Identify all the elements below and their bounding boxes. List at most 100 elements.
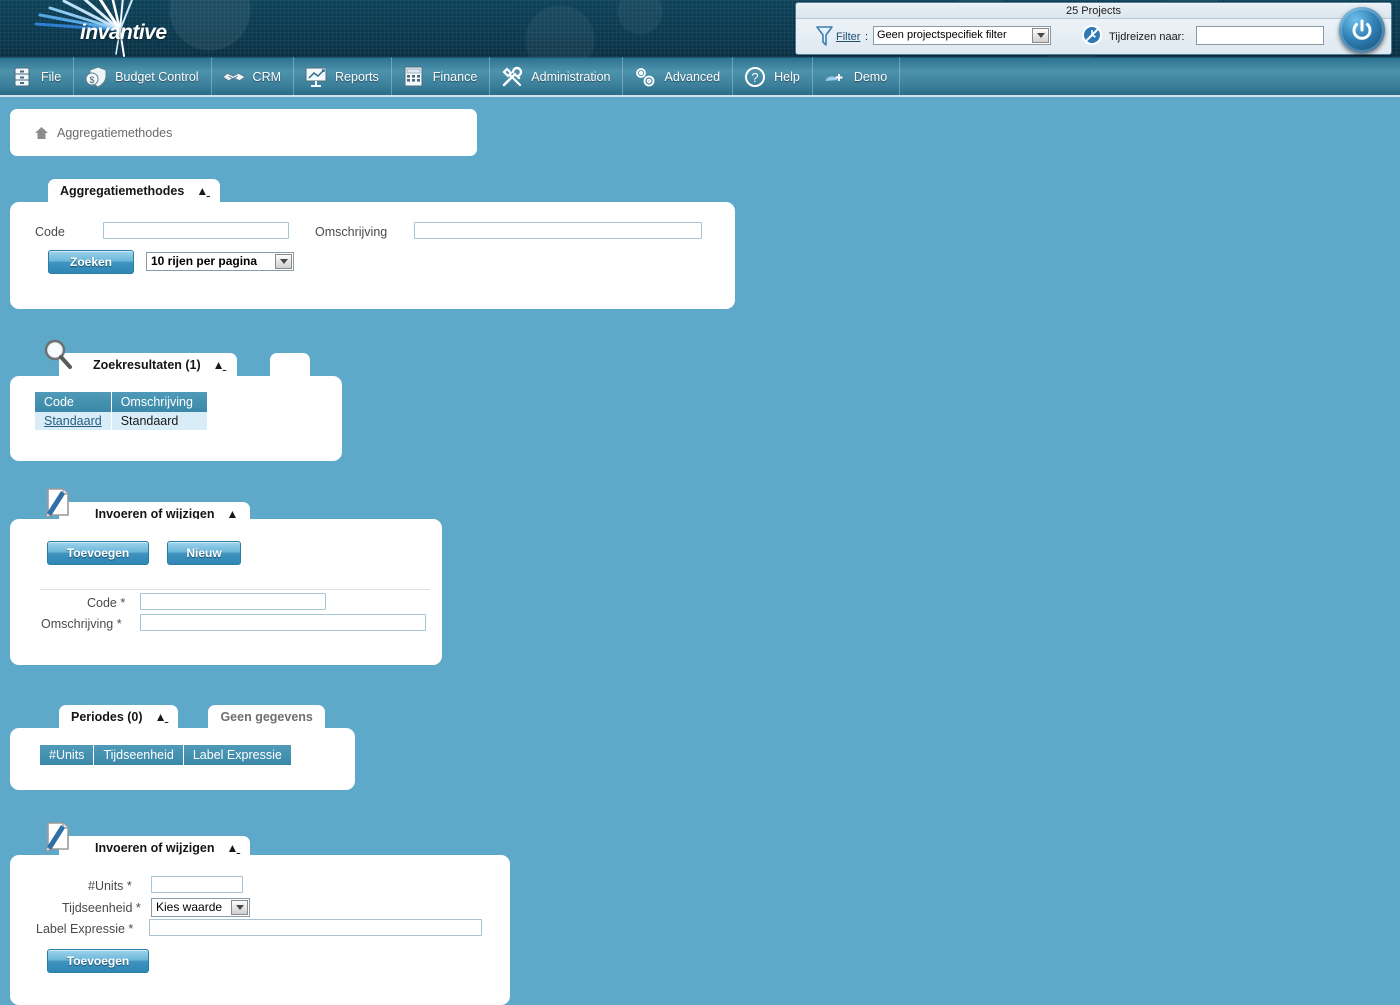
- chevron-up-icon[interactable]: ▲̱: [226, 508, 238, 520]
- logo-text: invantive: [80, 21, 167, 44]
- svg-text:?: ?: [751, 70, 758, 85]
- menu-label: Administration: [531, 69, 611, 84]
- menu-item-finance[interactable]: Finance: [392, 56, 491, 97]
- menu-item-file[interactable]: File: [0, 56, 75, 97]
- periods-panel-tabrow: Periodes (0) ▲̱ Geen gegevens: [59, 705, 325, 728]
- tab-label: Zoekresultaten (1): [93, 357, 201, 372]
- presentation-chart-icon: [304, 65, 328, 89]
- top-status-panel: 25 Projects Filter : Geen projectspecifi…: [795, 2, 1392, 55]
- col-tijdseenheid[interactable]: Tijdseenheid: [93, 745, 184, 765]
- search-button[interactable]: Zoeken: [48, 250, 134, 274]
- chevron-up-icon[interactable]: ▲̱: [226, 842, 238, 854]
- tab-label: Aggregatiemethodes: [60, 183, 185, 198]
- menu-item-advanced[interactable]: Advanced: [623, 56, 734, 97]
- edit2-units-input[interactable]: [151, 876, 243, 893]
- periods-table: #Units Tijdseenheid Label Expressie: [40, 745, 292, 765]
- nieuw-button[interactable]: Nieuw: [167, 541, 241, 565]
- col-code[interactable]: Code: [35, 392, 112, 412]
- tab-aggregatiemethodes[interactable]: Aggregatiemethodes ▲̱: [48, 179, 221, 202]
- document-pen-icon: [45, 822, 69, 852]
- chevron-down-icon[interactable]: [275, 254, 292, 269]
- edit2-label-expressie-label: Label Expressie *: [36, 922, 134, 936]
- search-code-input[interactable]: [103, 222, 289, 239]
- edit2-label-expressie-input[interactable]: [149, 919, 482, 936]
- filter-link[interactable]: Filter: [836, 31, 860, 43]
- menu-label: Finance: [432, 69, 478, 84]
- menu-label: CRM: [252, 69, 282, 84]
- rows-per-page-value: 10 rijen per pagina: [151, 254, 258, 268]
- logo: invantive: [24, 0, 224, 57]
- chevron-down-icon[interactable]: [1032, 28, 1049, 43]
- gears-icon: [633, 65, 657, 89]
- time-travel-icon: [1082, 25, 1102, 45]
- col-label-expressie[interactable]: Label Expressie: [183, 745, 292, 765]
- col-units[interactable]: #Units: [40, 745, 95, 765]
- project-filter-select[interactable]: Geen projectspecifiek filter: [873, 26, 1051, 45]
- chevron-up-icon[interactable]: ▲̱: [155, 711, 167, 723]
- tab-label: Periodes (0): [71, 709, 143, 724]
- project-count-title: 25 Projects: [796, 4, 1391, 19]
- filter-colon: :: [865, 31, 869, 43]
- menu-item-reports[interactable]: Reports: [294, 56, 392, 97]
- menu-label: Demo: [853, 69, 888, 84]
- edit2-units-label: #Units *: [88, 879, 132, 893]
- menu-label: Advanced: [664, 69, 721, 84]
- project-filter-value: Geen projectspecifiek filter: [877, 29, 1007, 41]
- table-header-row: #Units Tijdseenheid Label Expressie: [40, 745, 292, 765]
- tab-zoekresultaten[interactable]: Zoekresultaten (1) ▲̱: [44, 339, 237, 376]
- search-omschrijving-input[interactable]: [414, 222, 702, 239]
- chevron-down-icon[interactable]: [231, 900, 248, 915]
- app-header: invantive 25 Projects Filter : Geen proj…: [0, 0, 1400, 57]
- chevron-up-icon[interactable]: ▲̱: [196, 185, 208, 197]
- menu-label: Reports: [335, 69, 379, 84]
- question-circle-icon: ?: [743, 65, 767, 89]
- cell-omschrijving: Standaard: [111, 412, 208, 430]
- menu-item-help[interactable]: ? Help: [733, 56, 813, 97]
- menu-item-budget-control[interactable]: $ Budget Control: [74, 56, 212, 97]
- magnifier-icon: [44, 339, 72, 369]
- edit2-tijdseenheid-select[interactable]: Kies waarde: [151, 898, 250, 917]
- svg-text:$: $: [90, 75, 95, 85]
- chevron-up-icon[interactable]: ▲̱: [213, 359, 225, 371]
- cell-code: Standaard: [35, 412, 112, 430]
- edit1-omschrijving-label: Omschrijving *: [41, 617, 122, 631]
- toevoegen-button-1[interactable]: Toevoegen: [47, 541, 149, 565]
- divider: [40, 589, 430, 590]
- timetravel-input[interactable]: [1196, 26, 1324, 45]
- toevoegen-button-2[interactable]: Toevoegen: [47, 949, 149, 973]
- menu-item-administration[interactable]: Administration: [490, 56, 624, 97]
- row-code-link[interactable]: Standaard: [44, 414, 102, 428]
- breadcrumb-label: Aggregatiemethodes: [57, 125, 173, 140]
- tab-geen-gegevens[interactable]: Geen gegevens: [208, 705, 325, 728]
- results-table: Code Omschrijving Standaard Standaard: [35, 392, 208, 430]
- power-button[interactable]: [1339, 7, 1385, 53]
- menu-item-demo[interactable]: Demo: [813, 56, 901, 97]
- table-row[interactable]: Standaard Standaard: [35, 412, 208, 430]
- edit-panel-2: #Units * Tijdseenheid * Kies waarde Labe…: [10, 855, 510, 1005]
- table-header-row: Code Omschrijving: [35, 392, 208, 412]
- tab-periodes[interactable]: Periodes (0) ▲̱: [59, 705, 179, 728]
- edit-panel-1: Toevoegen Nieuw Code * Omschrijving *: [10, 519, 442, 665]
- edit1-omschrijving-input[interactable]: [140, 614, 426, 631]
- results-panel: Code Omschrijving Standaard Standaard: [10, 376, 342, 461]
- handshake-icon: [221, 65, 246, 89]
- home-icon: [35, 126, 48, 139]
- document-pen-icon: [45, 488, 69, 518]
- power-icon: [1352, 19, 1372, 40]
- search-code-label: Code: [35, 225, 65, 239]
- breadcrumb: Aggregatiemethodes: [10, 109, 477, 156]
- search-panel: Code Omschrijving Zoeken 10 rijen per pa…: [10, 202, 735, 309]
- main-menu-bar: File $ Budget Control CRM Reports Financ…: [0, 56, 1400, 97]
- rows-per-page-select[interactable]: 10 rijen per pagina: [146, 252, 294, 271]
- edit1-code-input[interactable]: [140, 593, 326, 610]
- col-omschrijving[interactable]: Omschrijving: [111, 392, 208, 412]
- funnel-icon: [816, 26, 833, 46]
- edit2-tijdseenheid-label: Tijdseenheid *: [62, 901, 141, 915]
- user-add-icon: [823, 65, 847, 89]
- tools-icon: [500, 65, 524, 89]
- tab-secondary-empty[interactable]: [269, 353, 310, 376]
- edit2-tijdseenheid-value: Kies waarde: [156, 900, 223, 914]
- calculator-icon: [402, 65, 426, 89]
- results-panel-tabrow: Zoekresultaten (1) ▲̱: [44, 339, 310, 376]
- menu-item-crm[interactable]: CRM: [212, 56, 295, 97]
